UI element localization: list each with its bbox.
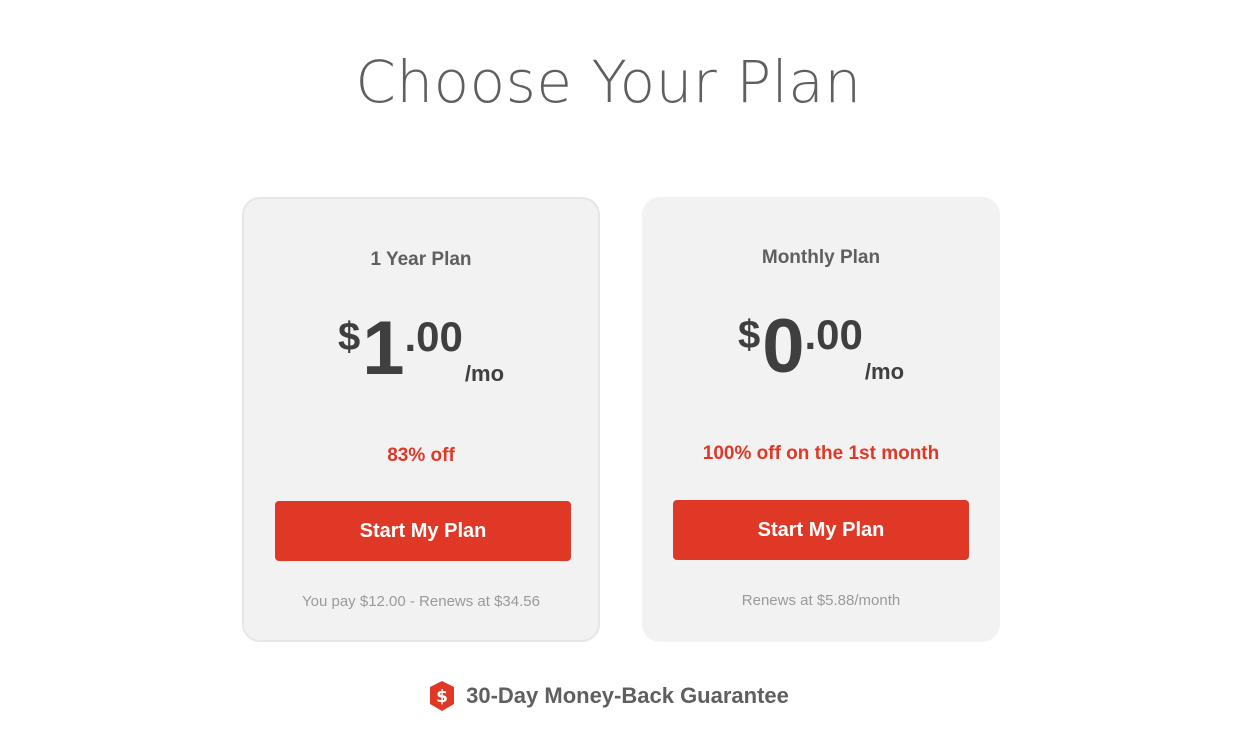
plan-price: $ 1 .00 /mo [244,307,598,397]
svg-text:$: $ [436,687,448,707]
renewal-note: You pay $12.00 - Renews at $34.56 [302,593,540,610]
price-period: /mo [464,361,505,386]
discount-label: 83% off [387,445,455,466]
start-plan-button[interactable]: Start My Plan [673,500,969,560]
price-whole: 1 [362,306,405,391]
price-currency: $ [337,315,361,359]
price-whole: 0 [762,304,805,389]
plan-name: 1 Year Plan [370,249,472,270]
guarantee-text: 30-Day Money-Back Guarantee [466,683,789,708]
plan-price: $ 0 .00 /mo [642,305,1000,395]
page-title: Choose Your Plan [355,48,862,116]
money-back-guarantee: $ 30-Day Money-Back Guarantee [0,680,1217,712]
plan-card-monthly[interactable]: Monthly Plan $ 0 .00 /mo 100% off on the… [642,197,1000,642]
discount-label: 100% off on the 1st month [702,443,940,464]
plan-name: Monthly Plan [761,247,881,268]
dollar-shield-icon: $ [428,680,456,712]
price-currency: $ [737,313,761,357]
price-cents: .00 [804,311,863,358]
price-cents: .00 [404,313,463,360]
plan-card-1-year[interactable]: 1 Year Plan $ 1 .00 /mo 83% off Start My… [242,197,600,642]
renewal-note: Renews at $5.88/month [741,592,901,609]
price-period: /mo [864,359,905,384]
start-plan-button[interactable]: Start My Plan [275,501,571,561]
